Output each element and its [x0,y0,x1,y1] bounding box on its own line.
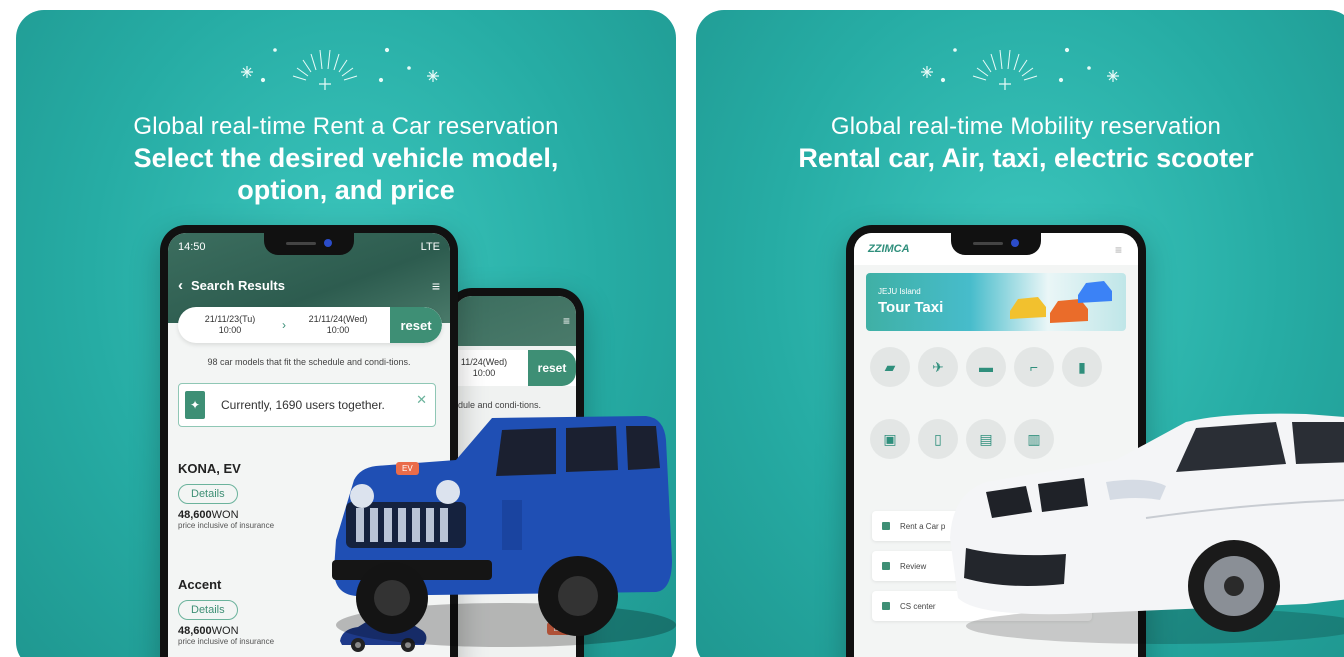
scooter-icon: ⌐ [1029,359,1039,375]
white-suv-image [950,413,1344,644]
category-air[interactable]: ✈ [918,347,958,387]
close-icon[interactable]: ✕ [416,392,427,408]
car-icon: ▰ [884,358,896,375]
camera-icon [1011,239,1019,247]
flag-icon [882,602,890,610]
promo-panel-mobility: Global real-time Mobility reservation Re… [696,10,1344,657]
date-to-text: 11/24(Wed) [460,357,508,367]
time-to-text: 10:00 [326,325,350,335]
panel-title-line-2: option, and price [237,175,455,205]
car-list-item[interactable]: Accent Details 48,600WON price inclusive… [178,577,274,646]
reset-button[interactable]: reset [390,307,442,343]
category-seat[interactable]: ▮ [1062,347,1102,387]
date-range-bar[interactable]: 21/11/23(Tu) 10:00 › 21/11/24(Wed) 10:00… [178,307,442,343]
category-taxi[interactable]: ▬ [966,347,1006,387]
banner-subtitle: JEJU Island [878,287,921,296]
category-rent-car[interactable]: ▰ [870,347,910,387]
menu-item-label: Rent a Car p [900,521,946,531]
van-icon: ▣ [883,430,897,447]
charger-icon: ▯ [934,430,942,447]
menu-item-label: Review [900,561,927,571]
headline: Global real-time Rent a Car reservation … [16,112,676,206]
seat-icon: ▮ [1078,358,1086,375]
price-value: 48,600 [178,509,212,521]
status-time: 14:50 [178,241,206,253]
date-from-text: 21/11/23(Tu) [204,314,256,324]
menu-icon[interactable]: ≡ [563,314,570,328]
sparkle-decoration-icon [921,47,1119,90]
car-name: Accent [178,577,222,592]
taxi-cars-image [1010,281,1112,323]
promo-panel-rent-a-car: Global real-time Rent a Car reservation … [16,10,676,657]
nav-bar: ‹ Search Results ≡ [178,277,440,294]
car-name: KONA, EV [178,461,241,476]
details-button[interactable]: Details [178,600,238,620]
leaf-icon: ✦ [185,391,205,419]
taxi-icon: ▬ [979,359,993,375]
price-unit: WON [211,509,239,521]
price-value: 48,600 [178,625,212,637]
result-count-text: 98 car models that fit the schedule and … [207,357,411,367]
chart-icon [882,522,890,530]
review-icon [882,562,890,570]
menu-icon[interactable]: ≡ [432,278,440,294]
phone-notch [951,233,1041,255]
count-text: dule and condi-tions. [458,400,542,410]
headline: Global real-time Mobility reservation Re… [696,112,1344,174]
category-scooter[interactable]: ⌐ [1014,347,1054,387]
panel-title-line-1: Select the desired vehicle model, [133,143,559,173]
ev-badge: EV [396,462,419,475]
tour-taxi-banner[interactable]: JEJU Island Tour Taxi [866,273,1126,331]
nav-title: Search Results [191,278,285,293]
back-arrow-icon[interactable]: ‹ [178,277,183,294]
price-note: price inclusive of insurance [178,637,275,646]
reset-button[interactable]: reset [528,350,576,386]
time-from-text: 10:00 [218,325,242,335]
panel-subtitle: Global real-time Mobility reservation [830,113,1222,140]
date-to-text: 21/11/24(Wed) [308,314,368,324]
jeep-suv-image [332,416,676,647]
time-to-text: 10:00 [472,368,496,378]
banner-title: Tour Taxi [878,299,944,316]
date-bar[interactable]: 11/24(Wed) 10:00 reset [454,350,576,386]
plane-icon: ✈ [932,358,944,375]
phone-notch [264,233,354,255]
panel-title: Rental car, Air, taxi, electric scooter [798,143,1254,173]
date-to: 11/24(Wed) 10:00 [454,357,514,379]
date-from[interactable]: 21/11/23(Tu) 10:00 [178,314,282,336]
car-price: 48,600WON [178,509,274,521]
menu-icon[interactable]: ≡ [1115,243,1122,257]
price-note: price inclusive of insurance [178,521,275,530]
date-to[interactable]: 21/11/24(Wed) 10:00 [286,314,390,336]
price-unit: WON [211,625,239,637]
sparkle-decoration-icon [241,47,439,90]
app-header-bg [454,296,576,346]
car-list-item[interactable]: KONA, EV Details 48,600WON price inclusi… [178,461,274,530]
category-van[interactable]: ▣ [870,419,910,459]
panel-subtitle: Global real-time Rent a Car reservation [133,113,559,140]
status-signal: LTE [420,241,440,253]
details-button[interactable]: Details [178,484,238,504]
menu-item-label: CS center [900,601,936,611]
camera-icon [324,239,332,247]
app-logo[interactable]: ZZIMCA [868,243,910,255]
car-price: 48,600WON [178,625,274,637]
